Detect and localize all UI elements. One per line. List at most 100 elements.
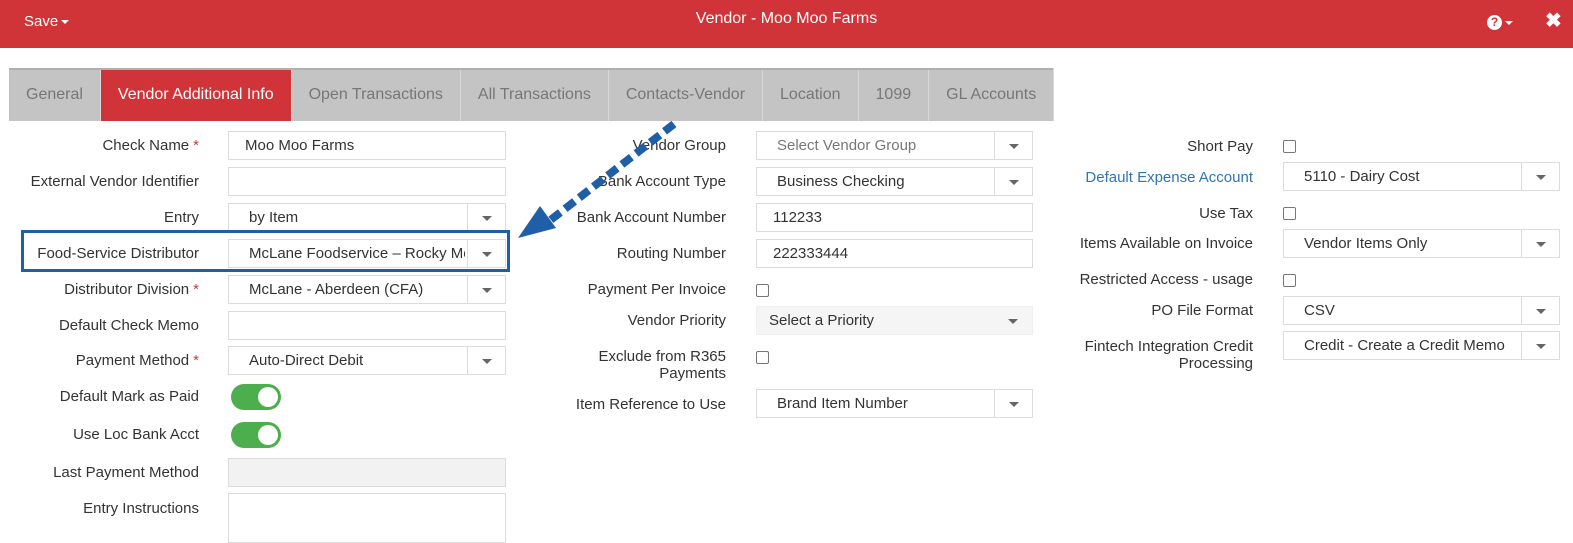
fintech-integration-credit-processing-select[interactable]: Credit - Create a Credit Memo [1283, 331, 1560, 360]
caret-down-icon [1536, 344, 1546, 349]
exclude-from-r365-payments-checkbox[interactable] [756, 351, 769, 364]
check-name-input[interactable]: Moo Moo Farms [228, 131, 506, 160]
short-pay-checkbox[interactable] [1283, 140, 1296, 153]
caret-down-icon [1536, 175, 1546, 180]
food-service-distributor-highlight-box [21, 230, 510, 272]
exclude-from-r365-payments-label-line2: Payments [659, 365, 726, 382]
tab-gl-accounts[interactable]: GL Accounts [929, 68, 1055, 121]
items-available-on-invoice-select[interactable]: Vendor Items Only [1283, 229, 1560, 258]
vendor-priority-placeholder: Select a Priority [769, 312, 875, 329]
tab-open-transactions[interactable]: Open Transactions [291, 68, 461, 121]
default-check-memo-label: Default Check Memo [58, 317, 199, 334]
distributor-division-select[interactable]: McLane - Aberdeen (CFA) [228, 275, 506, 304]
distributor-division-label: Distributor Division * [64, 281, 199, 298]
payment-method-select[interactable]: Auto-Direct Debit [228, 346, 506, 375]
item-reference-to-use-dropdown-button[interactable] [994, 390, 1032, 417]
toggle-knob [258, 387, 278, 407]
entry-select[interactable]: by Item [228, 203, 506, 232]
caret-down-icon [482, 288, 492, 293]
external-vendor-identifier-input[interactable] [228, 167, 506, 196]
item-reference-to-use-label: Item Reference to Use [575, 396, 726, 413]
tab-strip-border [9, 68, 1053, 70]
restricted-access-usage-checkbox[interactable] [1283, 274, 1296, 287]
default-expense-account-value: 5110 - Dairy Cost [1304, 168, 1420, 185]
fintech-integration-credit-processing-label-line2: Processing [1178, 355, 1253, 372]
tab-vendor-additional-info[interactable]: Vendor Additional Info [100, 68, 292, 121]
item-reference-to-use-value: Brand Item Number [777, 395, 908, 412]
item-reference-to-use-select[interactable]: Brand Item Number [756, 389, 1033, 418]
caret-down-icon [482, 216, 492, 221]
bank-account-type-label: Bank Account Type [597, 173, 726, 190]
default-expense-account-link[interactable]: Default Expense Account [1085, 169, 1253, 186]
vendor-group-dropdown-button[interactable] [994, 132, 1032, 159]
default-check-memo-input[interactable] [228, 311, 506, 340]
caret-down-icon [1009, 402, 1019, 407]
payment-per-invoice-label: Payment Per Invoice [587, 281, 726, 298]
bank-account-type-value: Business Checking [777, 173, 905, 190]
exclude-from-r365-payments-label: Exclude from R365 [598, 348, 726, 365]
items-available-on-invoice-value: Vendor Items Only [1304, 235, 1428, 252]
payment-per-invoice-checkbox[interactable] [756, 284, 769, 297]
bank-account-type-select[interactable]: Business Checking [756, 167, 1033, 196]
fintech-integration-credit-processing-value: Credit - Create a Credit Memo [1304, 337, 1505, 354]
entry-instructions-label: Entry Instructions [83, 500, 199, 517]
bank-account-type-dropdown-button[interactable] [994, 168, 1032, 195]
vendor-group-select[interactable]: Select Vendor Group [756, 131, 1033, 160]
default-mark-as-paid-toggle[interactable] [231, 384, 281, 410]
entry-value: by Item [249, 209, 299, 226]
caret-down-icon [482, 359, 492, 364]
po-file-format-select[interactable]: CSV [1283, 296, 1560, 325]
help-icon: ? [1487, 15, 1502, 31]
po-file-format-value: CSV [1304, 302, 1335, 319]
payment-method-value: Auto-Direct Debit [249, 352, 364, 369]
page-title: Vendor - Moo Moo Farms [695, 10, 878, 27]
vendor-priority-select[interactable]: Select a Priority [756, 306, 1033, 335]
default-expense-account-select[interactable]: 5110 - Dairy Cost [1283, 162, 1560, 191]
bank-account-number-label: Bank Account Number [576, 209, 726, 226]
last-payment-method-input [228, 458, 506, 487]
tab-location[interactable]: Location [763, 68, 859, 121]
vendor-priority-dropdown-button[interactable] [994, 307, 1032, 334]
vendor-priority-label: Vendor Priority [627, 312, 726, 329]
distributor-division-dropdown-button[interactable] [467, 276, 505, 303]
use-loc-bank-acct-toggle[interactable] [231, 422, 281, 448]
close-icon[interactable]: ✖ [1545, 10, 1562, 32]
last-payment-method-label: Last Payment Method [53, 464, 199, 481]
toggle-knob [258, 425, 278, 445]
tab-bar: General Vendor Additional Info Open Tran… [9, 68, 1055, 121]
help-menu-button[interactable]: ? [1487, 14, 1513, 32]
tab-1099[interactable]: 1099 [858, 68, 930, 121]
restricted-access-usage-label: Restricted Access - usage [1079, 271, 1253, 288]
entry-instructions-textarea[interactable] [228, 493, 506, 543]
po-file-format-dropdown-button[interactable] [1521, 297, 1559, 324]
fintech-integration-credit-processing-label: Fintech Integration Credit [1084, 338, 1253, 355]
tab-general[interactable]: General [9, 68, 101, 121]
bank-account-number-input[interactable]: 112233 [756, 203, 1033, 232]
entry-dropdown-button[interactable] [467, 204, 505, 231]
entry-label: Entry [163, 209, 199, 226]
payment-method-dropdown-button[interactable] [467, 347, 505, 374]
caret-down-icon [1009, 144, 1019, 149]
routing-number-input[interactable]: 222333444 [756, 239, 1033, 268]
default-mark-as-paid-label: Default Mark as Paid [59, 388, 199, 405]
check-name-label: Check Name * [102, 137, 199, 154]
chevron-down-icon [1505, 20, 1513, 25]
tab-contacts-vendor[interactable]: Contacts-Vendor [608, 68, 764, 121]
fintech-integration-credit-processing-dropdown-button[interactable] [1521, 332, 1559, 359]
tab-all-transactions[interactable]: All Transactions [460, 68, 609, 121]
routing-number-label: Routing Number [616, 245, 726, 262]
short-pay-label: Short Pay [1187, 138, 1253, 155]
external-vendor-identifier-label: External Vendor Identifier [30, 173, 199, 190]
caret-down-icon [1536, 242, 1546, 247]
default-expense-account-dropdown-button[interactable] [1521, 163, 1559, 190]
top-bar: Save Vendor - Moo Moo Farms ? ✖ [0, 0, 1573, 48]
items-available-on-invoice-dropdown-button[interactable] [1521, 230, 1559, 257]
use-tax-checkbox[interactable] [1283, 207, 1296, 220]
items-available-on-invoice-label: Items Available on Invoice [1079, 235, 1253, 252]
payment-method-label: Payment Method * [75, 352, 199, 369]
use-loc-bank-acct-label: Use Loc Bank Acct [73, 426, 199, 443]
use-tax-label: Use Tax [1199, 205, 1253, 222]
po-file-format-label: PO File Format [1151, 302, 1253, 319]
caret-down-icon [1009, 180, 1019, 185]
caret-down-icon [1536, 309, 1546, 314]
